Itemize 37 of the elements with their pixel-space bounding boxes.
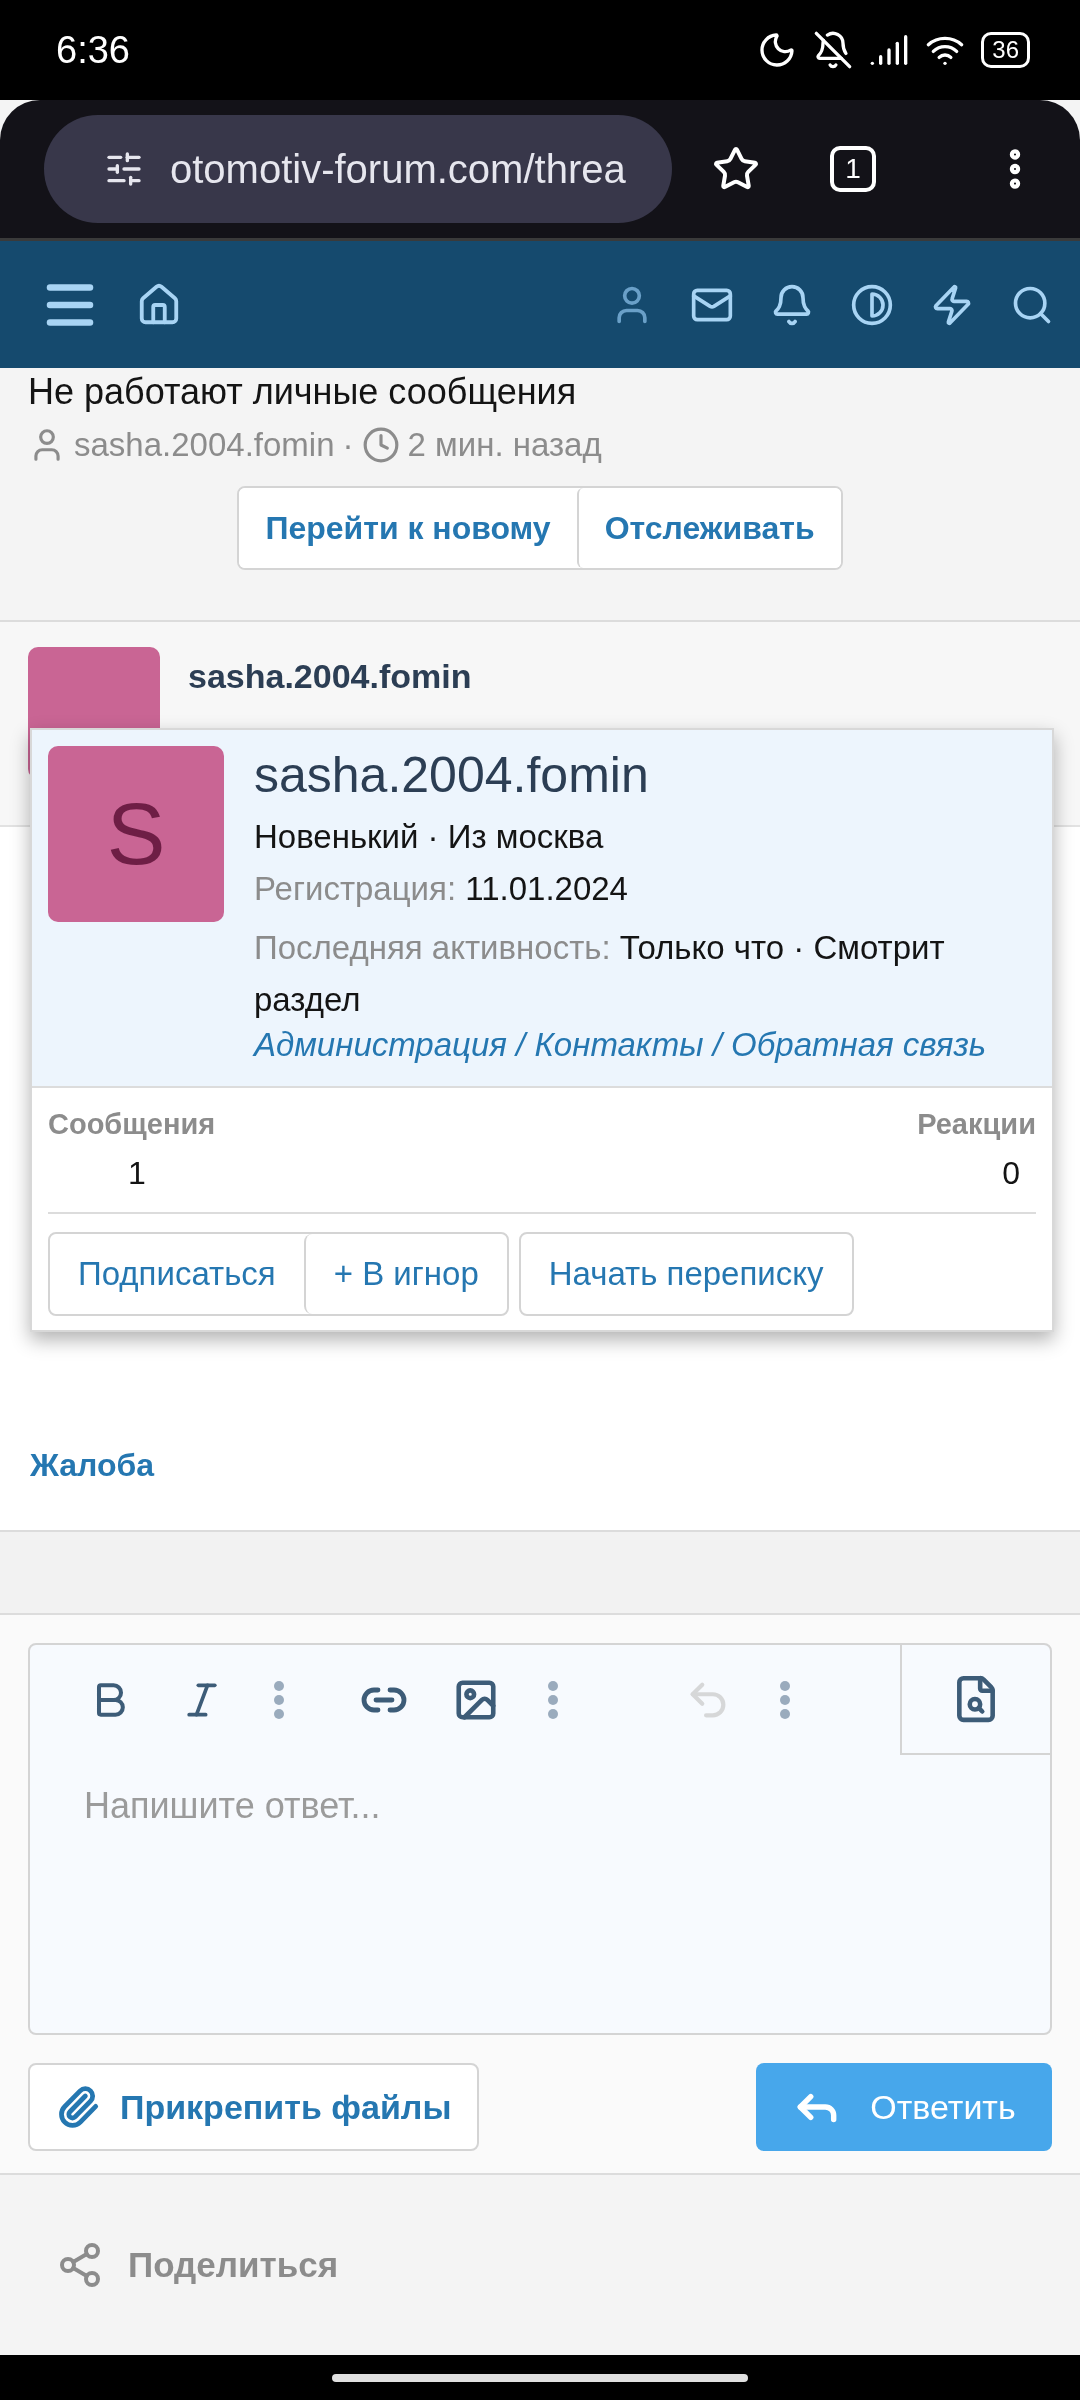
- image-icon: [453, 1677, 499, 1723]
- registration-date: Регистрация: 11.01.2024: [254, 870, 629, 908]
- share-link[interactable]: Поделиться: [56, 2241, 339, 2289]
- author-link[interactable]: sasha.2004.fomin: [74, 426, 335, 464]
- reply-editor[interactable]: Напишите ответ...: [28, 1643, 1052, 2035]
- last-activity: Последняя активность: Только что · Смотрит раздел: [254, 928, 946, 1020]
- member-action-button[interactable]: Начать переписку: [518, 1232, 854, 1316]
- thread-title: Не работают личные сообщения: [28, 372, 578, 412]
- member-title: Новенький · Из москва: [254, 818, 605, 856]
- attach-files-button[interactable]: Прикрепить файлы: [28, 2063, 480, 2151]
- reply-field[interactable]: Напишите ответ...: [30, 1755, 1050, 2033]
- stat-value: 1: [127, 1155, 147, 1192]
- thread-button[interactable]: Отслеживать: [576, 488, 841, 568]
- report-link[interactable]: Жалоба: [30, 1447, 1080, 1530]
- avatar: S: [48, 746, 224, 922]
- member-name[interactable]: sasha.2004.fomin: [254, 746, 1036, 804]
- more-icon: [274, 1681, 284, 1719]
- battery-level: 36: [981, 32, 1030, 68]
- author-link[interactable]: sasha.2004.fomin: [188, 657, 472, 697]
- contrast-icon[interactable]: [850, 282, 894, 327]
- status-time: 6:36: [56, 28, 130, 72]
- muted-bell-icon: [813, 30, 854, 70]
- paperclip-icon: [56, 2085, 100, 2129]
- more-icon: [780, 1681, 790, 1719]
- separator-dot: ·: [342, 426, 354, 464]
- section-link[interactable]: Администрация / Контакты / Обратная связь: [254, 1026, 1036, 1064]
- site-settings-icon: [104, 149, 144, 189]
- stat-label: Реакции: [917, 1108, 1036, 1141]
- reply-button[interactable]: Ответить: [756, 2063, 1052, 2151]
- more-icon: [548, 1681, 558, 1719]
- tab-count[interactable]: 1: [830, 146, 876, 192]
- clock-icon: [361, 426, 400, 464]
- address-bar[interactable]: otomotiv-forum.com/threa: [44, 115, 672, 223]
- stat-value: 0: [1001, 1155, 1021, 1192]
- preview-button[interactable]: [900, 1645, 1050, 1755]
- post-time: 2 мин. назад: [407, 426, 602, 464]
- stat-label: Сообщения: [48, 1108, 216, 1141]
